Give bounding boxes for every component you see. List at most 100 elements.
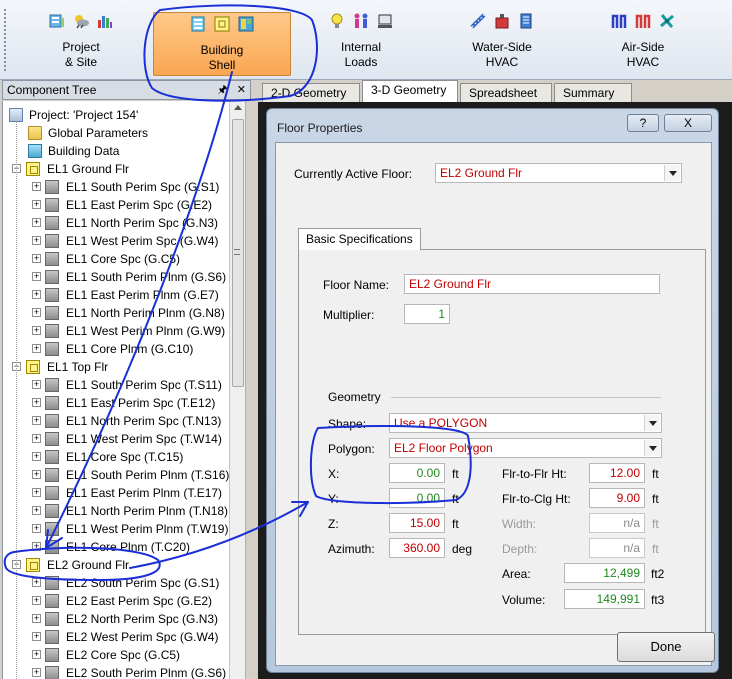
ribbon-group-building-shell[interactable]: Building Shell — [153, 12, 291, 76]
expand-icon[interactable]: + — [32, 452, 41, 461]
azimuth-label: Azimuth: — [328, 542, 375, 556]
floor-name-input[interactable]: EL2 Ground Flr — [404, 274, 660, 294]
tab-summary[interactable]: Summary — [554, 83, 632, 102]
tree-item-label: Project: 'Project 154' — [29, 108, 139, 122]
weather-icon — [75, 15, 89, 29]
floor-name-label: Floor Name: — [323, 278, 390, 292]
expand-icon[interactable]: + — [32, 650, 41, 659]
space-icon — [45, 540, 59, 554]
tree-item-label: EL1 South Perim Spc (G.S1) — [66, 180, 220, 194]
done-button[interactable]: Done — [617, 632, 715, 662]
expand-icon[interactable]: + — [32, 542, 41, 551]
tree-item-label: EL1 Core Plnm (T.C20) — [66, 540, 191, 554]
y-input[interactable]: 0.00 — [389, 488, 445, 508]
expand-icon[interactable]: + — [32, 344, 41, 353]
depth-input: n/a — [589, 538, 645, 558]
tab-2d-geometry[interactable]: 2-D Geometry — [262, 83, 360, 102]
tree-item-label: EL1 East Perim Spc (G.E2) — [66, 198, 213, 212]
folder-icon — [28, 126, 42, 140]
expand-icon[interactable]: + — [32, 488, 41, 497]
expand-icon[interactable]: + — [32, 506, 41, 515]
expand-icon[interactable]: + — [32, 668, 41, 677]
tab-spreadsheet[interactable]: Spreadsheet — [460, 83, 552, 102]
expand-icon[interactable]: + — [32, 470, 41, 479]
component-tree-title: Component Tree — [7, 83, 97, 97]
expand-icon[interactable]: + — [32, 218, 41, 227]
expand-icon[interactable]: + — [32, 398, 41, 407]
tree-item-label: EL1 East Perim Plnm (G.E7) — [66, 288, 219, 302]
tree-item-label: EL1 South Perim Plnm (T.S16) — [66, 468, 230, 482]
active-floor-select[interactable]: EL2 Ground Flr — [435, 163, 682, 183]
chevron-down-icon[interactable] — [644, 415, 660, 431]
tree-guide-line — [16, 121, 17, 679]
tree-item-label: EL1 North Perim Spc (T.N13) — [66, 414, 222, 428]
expand-icon[interactable]: + — [32, 200, 41, 209]
chevron-down-icon[interactable] — [664, 165, 680, 181]
expand-icon[interactable]: + — [32, 380, 41, 389]
bar-chart-icon — [98, 16, 112, 28]
x-input[interactable]: 0.00 — [389, 463, 445, 483]
expand-icon[interactable]: + — [32, 254, 41, 263]
building-data-icon — [191, 16, 205, 32]
tree-item-label: EL1 East Perim Plnm (T.E17) — [66, 486, 223, 500]
expand-icon[interactable]: + — [32, 596, 41, 605]
geometry-section-label: Geometry — [328, 390, 381, 404]
space-icon — [45, 648, 59, 662]
tab-basic-specifications[interactable]: Basic Specifications — [298, 228, 421, 250]
y-unit: ft — [452, 492, 459, 506]
geometry-separator — [391, 397, 661, 398]
project-site-icon — [49, 14, 64, 28]
tree-item-label: EL1 North Perim Plnm (G.N8) — [66, 306, 225, 320]
panel-splitter[interactable] — [245, 101, 251, 679]
expand-icon[interactable]: + — [32, 632, 41, 641]
space-icon — [45, 306, 59, 320]
basic-specifications-panel: Floor Name: EL2 Ground Flr Multiplier: 1… — [298, 249, 706, 635]
tree-item-label: EL1 West Perim Plnm (G.W9) — [66, 324, 226, 338]
expand-icon[interactable]: + — [32, 182, 41, 191]
space-icon — [45, 234, 59, 248]
scroll-up-icon[interactable] — [234, 105, 242, 110]
tree-item-label: Global Parameters — [48, 126, 149, 140]
shape-select[interactable]: Use a POLYGON — [389, 413, 662, 433]
ribbon-group-air-side-hvac[interactable]: Air-Side HVAC — [583, 10, 703, 76]
close-icon[interactable]: ✕ — [237, 84, 246, 96]
close-button[interactable]: X — [664, 114, 712, 132]
chevron-down-icon[interactable] — [644, 440, 660, 456]
expand-icon[interactable]: + — [32, 308, 41, 317]
expand-icon[interactable]: + — [32, 326, 41, 335]
expand-icon[interactable]: + — [32, 578, 41, 587]
equipment-icon — [378, 14, 392, 28]
z-input[interactable]: 15.00 — [389, 513, 445, 533]
expand-icon[interactable]: + — [32, 434, 41, 443]
expand-icon[interactable]: + — [32, 236, 41, 245]
boiler-icon — [520, 13, 532, 29]
tree-item-label: EL2 Ground Flr — [47, 558, 130, 572]
depth-label: Depth: — [502, 542, 538, 556]
ribbon-group-project-site[interactable]: Project & Site — [26, 10, 136, 76]
space-icon — [45, 252, 59, 266]
ribbon-group-water-side-hvac[interactable]: Water-Side HVAC — [440, 10, 564, 76]
azimuth-input[interactable]: 360.00 — [389, 538, 445, 558]
tree-item-label: Building Data — [48, 144, 120, 158]
flr-to-flr-input[interactable]: 12.00 — [589, 463, 645, 483]
tree-item-label: EL1 West Perim Spc (T.W14) — [66, 432, 222, 446]
expand-icon[interactable]: + — [32, 416, 41, 425]
floor-icon — [214, 16, 230, 32]
expand-icon[interactable]: + — [32, 614, 41, 623]
tab-3d-geometry[interactable]: 3-D Geometry — [362, 80, 458, 102]
component-tree: Project: 'Project 154' Global Parameters B… — [2, 101, 245, 679]
expand-icon[interactable]: + — [32, 290, 41, 299]
flr-to-clg-input[interactable]: 9.00 — [589, 488, 645, 508]
ribbon-group-internal-loads[interactable]: Internal Loads — [305, 10, 417, 76]
volume-label: Volume: — [502, 593, 546, 607]
tree-item-label: EL1 Core Spc (G.C5) — [66, 252, 181, 266]
expand-icon[interactable]: + — [32, 272, 41, 281]
multiplier-input[interactable]: 1 — [404, 304, 450, 324]
tree-scrollbar[interactable] — [229, 101, 245, 679]
tree-item-label: EL1 Core Plnm (G.C10) — [66, 342, 194, 356]
polygon-select[interactable]: EL2 Floor Polygon — [389, 438, 662, 458]
expand-icon[interactable]: + — [32, 524, 41, 533]
pin-icon[interactable]: 🖈︎ — [218, 84, 228, 96]
width-input: n/a — [589, 513, 645, 533]
help-button[interactable]: ? — [627, 114, 659, 132]
